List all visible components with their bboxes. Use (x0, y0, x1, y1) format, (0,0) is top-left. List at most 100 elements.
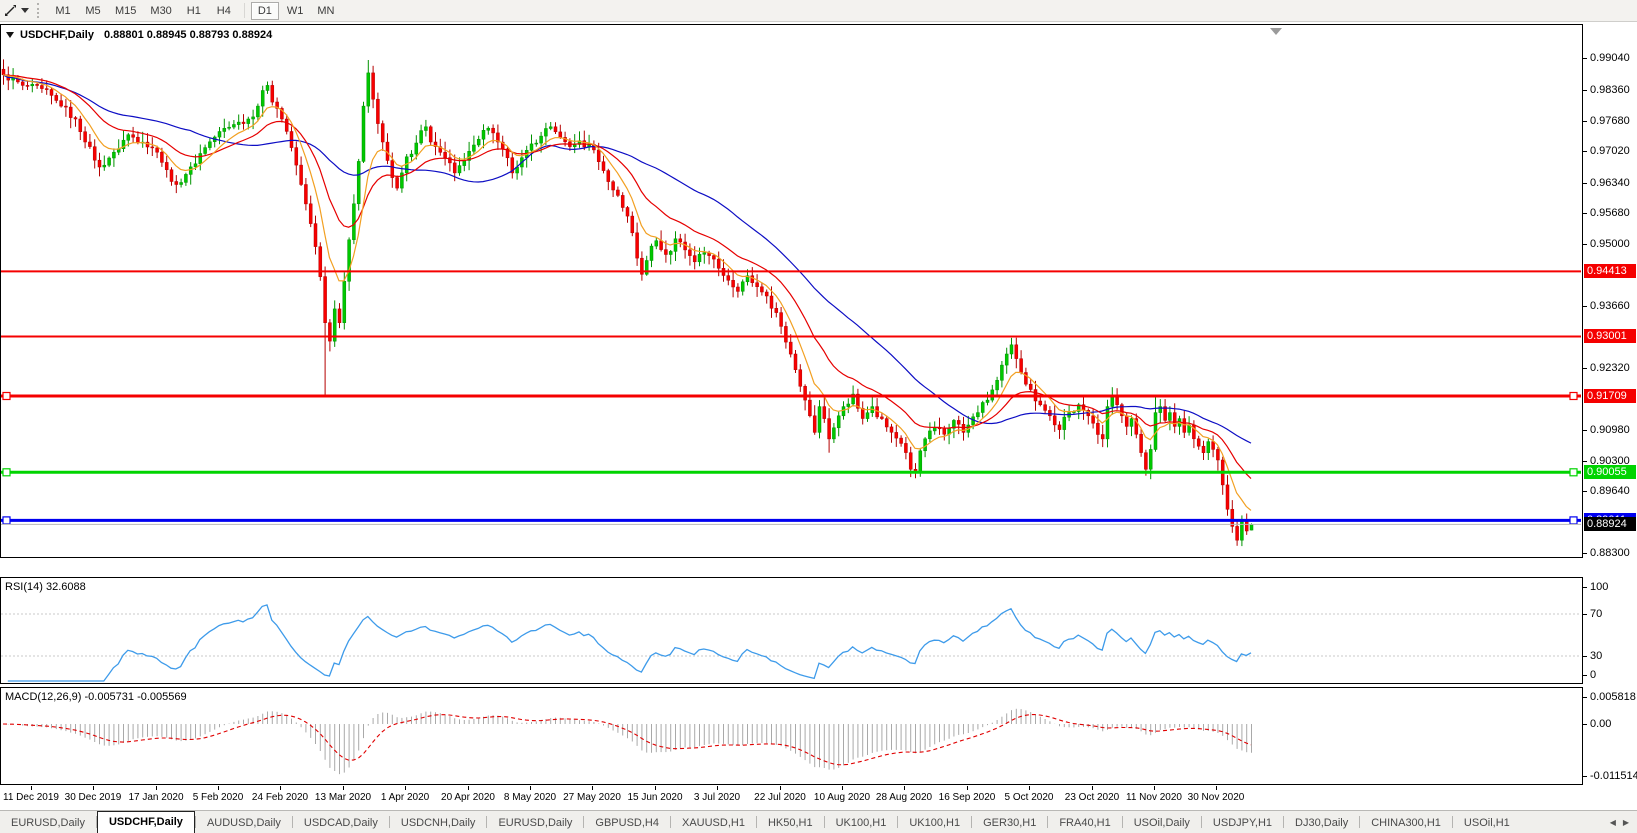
timeframe-button-mn[interactable]: MN (311, 2, 340, 20)
date-tick-mark (218, 786, 219, 790)
hline-anchor[interactable] (1570, 393, 1577, 400)
tabs-scroll-right-icon[interactable]: ▶ (1623, 818, 1629, 827)
macd-tick-label: -0.011514 (1590, 770, 1637, 782)
chart-tab-fra40-h1[interactable]: FRA40,H1 (1048, 814, 1121, 833)
date-tick-label: 11 Dec 2019 (3, 792, 59, 803)
date-tick-mark (280, 786, 281, 790)
toolbar-separator (244, 3, 245, 18)
chart-tab-xauusd-h1[interactable]: XAUUSD,H1 (671, 814, 756, 833)
macd-histogram (4, 709, 1252, 774)
chart-tab-eurusd-daily[interactable]: EURUSD,Daily (0, 814, 96, 833)
date-tick-label: 5 Oct 2020 (1005, 792, 1054, 803)
hline-anchor[interactable] (1570, 469, 1577, 476)
chart-tab-eurusd-daily[interactable]: EURUSD,Daily (487, 814, 583, 833)
chart-tab-ger30-h1[interactable]: GER30,H1 (972, 814, 1047, 833)
timeframe-button-m1[interactable]: M1 (49, 2, 77, 20)
date-tick-label: 24 Feb 2020 (252, 792, 308, 803)
ma-line-fast (3, 75, 1251, 511)
rsi-line (8, 605, 1251, 681)
macd-signal-line (3, 715, 1251, 765)
toolbar-overflow-caret-icon[interactable] (21, 8, 29, 13)
date-axis[interactable]: 11 Dec 201930 Dec 201917 Jan 20205 Feb 2… (0, 786, 1583, 810)
price-badge-0.94413: 0.94413 (1584, 264, 1636, 278)
price-tick-label: 0.99040 (1590, 52, 1630, 64)
chart-tab-china300-h1[interactable]: CHINA300,H1 (1360, 814, 1452, 833)
date-tick-mark (842, 786, 843, 790)
macd-tick-mark (1583, 724, 1587, 725)
price-tick-label: 0.89640 (1590, 485, 1630, 497)
price-tick-mark (1583, 121, 1587, 122)
hline-anchor[interactable] (3, 517, 10, 524)
rsi-current-value: 32.6088 (46, 581, 86, 593)
timeframe-button-h4[interactable]: H4 (210, 2, 238, 20)
chart-tab-gbpusd-h4[interactable]: GBPUSD,H4 (584, 814, 670, 833)
chart-shift-marker-icon[interactable] (1270, 28, 1282, 35)
price-tick-label: 0.98360 (1590, 84, 1630, 96)
price-axis[interactable]: 0.990400.983600.976800.970200.963400.956… (1583, 0, 1637, 833)
timeframe-button-m15[interactable]: M15 (109, 2, 142, 20)
main-chart-canvas[interactable] (1, 25, 1581, 557)
chart-tab-usdchf-daily[interactable]: USDCHF,Daily (97, 811, 195, 833)
date-tick-label: 16 Sep 2020 (939, 792, 996, 803)
date-tick-label: 20 Apr 2020 (441, 792, 495, 803)
date-tick-mark (655, 786, 656, 790)
price-tick-mark (1583, 151, 1587, 152)
chart-tab-hk50-h1[interactable]: HK50,H1 (757, 814, 824, 833)
timeframe-button-d1[interactable]: D1 (251, 2, 279, 20)
chart-tab-usdcnh-daily[interactable]: USDCNH,Daily (390, 814, 487, 833)
tabs-scroll-left-icon[interactable]: ◀ (1610, 818, 1616, 827)
timeframe-button-w1[interactable]: W1 (281, 2, 310, 20)
date-tick-mark (530, 786, 531, 790)
date-tick-mark (1029, 786, 1030, 790)
price-badge-0.93001: 0.93001 (1584, 329, 1636, 343)
date-tick-mark (31, 786, 32, 790)
rsi-panel[interactable] (0, 577, 1583, 684)
hline-anchor[interactable] (3, 393, 10, 400)
panel-splitter[interactable] (0, 559, 1583, 576)
timeframe-button-m30[interactable]: M30 (144, 2, 177, 20)
macd-tick-label: 0.005818 (1590, 691, 1636, 703)
main-chart-panel[interactable] (0, 24, 1583, 558)
price-tick-mark (1583, 553, 1587, 554)
date-tick-label: 28 Aug 2020 (876, 792, 932, 803)
chart-tab-audusd-daily[interactable]: AUDUSD,Daily (196, 814, 292, 833)
date-tick-label: 1 Apr 2020 (381, 792, 429, 803)
hline-anchor[interactable] (1570, 517, 1577, 524)
price-tick-label: 0.93660 (1590, 300, 1630, 312)
price-tick-label: 0.88300 (1590, 547, 1630, 559)
toolbar-handle[interactable] (4, 4, 29, 17)
price-tick-mark (1583, 430, 1587, 431)
chart-tab-uk100-h1[interactable]: UK100,H1 (898, 814, 971, 833)
chart-tab-dj30-daily[interactable]: DJ30,Daily (1284, 814, 1359, 833)
price-tick-mark (1583, 90, 1587, 91)
macd-tick-label: 0.00 (1590, 718, 1611, 730)
tab-scroll-arrows: ◀▶ (1602, 811, 1637, 833)
chart-tab-usdjpy-h1[interactable]: USDJPY,H1 (1202, 814, 1283, 833)
chart-tab-usdcad-daily[interactable]: USDCAD,Daily (293, 814, 389, 833)
chart-tab-usoil-h1[interactable]: USOil,H1 (1453, 814, 1521, 833)
chart-title: USDCHF,Daily 0.88801 0.88945 0.88793 0.8… (6, 29, 272, 41)
macd-canvas[interactable] (1, 688, 1581, 784)
objects-dropdown-icon[interactable] (6, 32, 14, 38)
macd-tick-mark (1583, 697, 1587, 698)
timeframe-button-h1[interactable]: H1 (180, 2, 208, 20)
chart-tab-usoil-daily[interactable]: USOil,Daily (1123, 814, 1201, 833)
mt4-window: { "toolbar": { "timeframes": [ {"label":… (0, 0, 1637, 833)
date-tick-mark (967, 786, 968, 790)
timeframe-button-m5[interactable]: M5 (79, 2, 107, 20)
date-tick-mark (405, 786, 406, 790)
rsi-canvas[interactable] (1, 578, 1581, 683)
chart-tab-uk100-h1[interactable]: UK100,H1 (825, 814, 898, 833)
hline-anchor[interactable] (3, 469, 10, 476)
rsi-tick-mark (1583, 614, 1587, 615)
toolbar-grip[interactable] (37, 3, 41, 18)
ma-line-slow (3, 75, 1251, 443)
price-tick-mark (1583, 244, 1587, 245)
date-tick-mark (1216, 786, 1217, 790)
chart-symbol-period: USDCHF,Daily (20, 29, 94, 41)
macd-panel[interactable] (0, 687, 1583, 785)
price-tick-label: 0.95000 (1590, 238, 1630, 250)
rsi-indicator-label: RSI(14) 32.6088 (5, 581, 86, 593)
price-tick-label: 0.97680 (1590, 115, 1630, 127)
chart-tabs: EURUSD,DailyUSDCHF,DailyAUDUSD,DailyUSDC… (0, 811, 1521, 833)
